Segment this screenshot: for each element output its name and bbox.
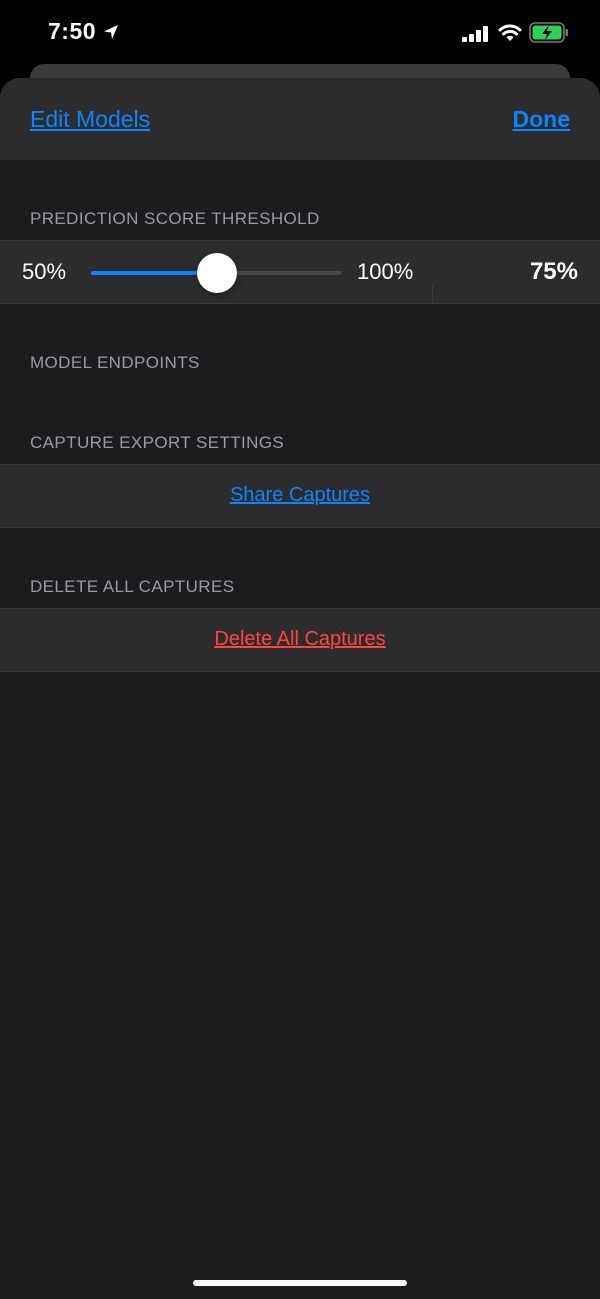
edit-models-button[interactable]: Edit Models bbox=[30, 106, 150, 133]
home-indicator[interactable] bbox=[193, 1280, 407, 1286]
threshold-row: 50% 100% 75% bbox=[0, 240, 600, 304]
delete-all-captures-button[interactable]: Delete All Captures bbox=[0, 628, 600, 651]
section-header-threshold: PREDICTION SCORE THRESHOLD bbox=[30, 209, 320, 228]
section-header-delete: DELETE ALL CAPTURES bbox=[30, 577, 235, 596]
share-captures-row[interactable]: Share Captures bbox=[0, 464, 600, 528]
wifi-icon bbox=[498, 24, 522, 41]
section-header-endpoints: MODEL ENDPOINTS bbox=[30, 353, 200, 372]
battery-charging-icon bbox=[529, 22, 568, 43]
sheet-nav-bar: Edit Models Done bbox=[0, 78, 600, 160]
done-button[interactable]: Done bbox=[513, 106, 571, 133]
section-header-export: CAPTURE EXPORT SETTINGS bbox=[30, 433, 285, 452]
delete-captures-row[interactable]: Delete All Captures bbox=[0, 608, 600, 672]
location-arrow-icon bbox=[104, 25, 118, 39]
slider-max-label: 100% bbox=[357, 259, 414, 284]
settings-sheet: Edit Models Done PREDICTION SCORE THRESH… bbox=[0, 78, 600, 1299]
share-captures-button[interactable]: Share Captures bbox=[0, 484, 600, 507]
threshold-slider[interactable] bbox=[91, 253, 342, 293]
slider-min-label: 50% bbox=[22, 259, 67, 284]
cellular-signal-icon bbox=[462, 26, 488, 42]
row-divider bbox=[432, 285, 433, 303]
slider-thumb[interactable] bbox=[196, 253, 237, 293]
status-bar: 7:50 bbox=[0, 0, 600, 70]
slider-value-label: 75% bbox=[529, 258, 578, 285]
status-time: 7:50 bbox=[48, 18, 97, 44]
